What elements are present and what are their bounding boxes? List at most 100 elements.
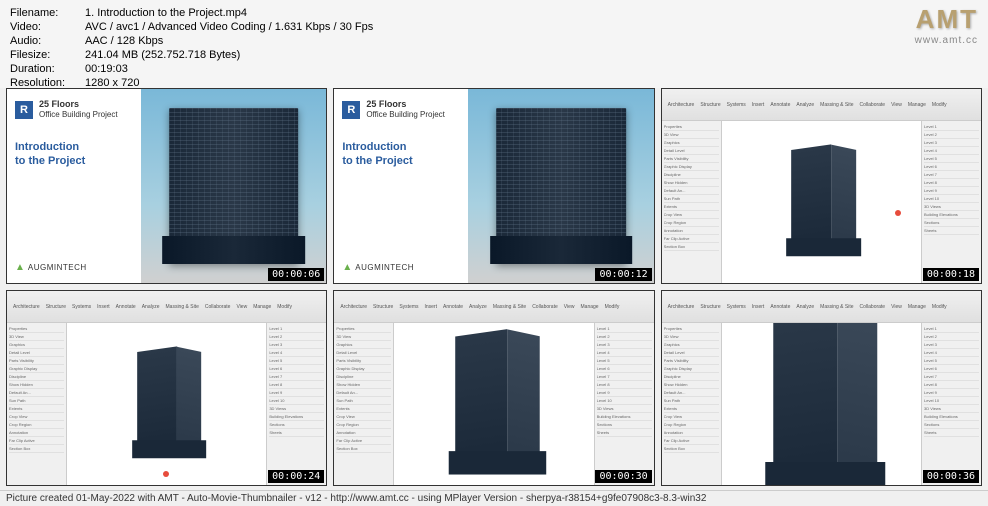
panel-row: Annotation — [664, 227, 719, 235]
browser-row: Level 5 — [597, 357, 652, 365]
browser-row: Level 2 — [597, 333, 652, 341]
revit-app: ArchitectureStructureSystemsInsertAnnota… — [662, 89, 981, 283]
intro-title: Introduction to the Project — [342, 140, 460, 168]
meta-row-filesize: Filesize: 241.04 MB (252.752.718 Bytes) — [10, 48, 978, 62]
panel-row: Show Hidden — [664, 381, 719, 389]
ribbon-tab: Systems — [397, 303, 420, 311]
title-card: R 25 Floors Office Building Project Intr… — [334, 89, 653, 283]
augmintech-brand: ▲ AUGMINTECH — [15, 262, 133, 273]
ribbon-tab: Massing & Site — [818, 101, 855, 109]
browser-panel: Level 1Level 2Level 3Level 4Level 5Level… — [921, 323, 981, 485]
revit-app: ArchitectureStructureSystemsInsertAnnota… — [662, 291, 981, 485]
panel-row: Parts Visibility — [664, 155, 719, 163]
thumbnail-grid: R 25 Floors Office Building Project Intr… — [0, 88, 988, 486]
panel-row: Show Hidden — [664, 179, 719, 187]
project-title: 25 Floors Office Building Project — [39, 99, 118, 120]
revit-ribbon: ArchitectureStructureSystemsInsertAnnota… — [334, 291, 653, 323]
timestamp: 00:00:24 — [268, 470, 324, 483]
browser-row: 3D Views — [597, 405, 652, 413]
panel-row: Default An... — [9, 389, 64, 397]
thumbnail-6[interactable]: ArchitectureStructureSystemsInsertAnnota… — [661, 290, 982, 486]
properties-panel: Properties3D ViewGraphicsDetail LevelPar… — [334, 323, 394, 485]
thumbnail-4[interactable]: ArchitectureStructureSystemsInsertAnnota… — [6, 290, 327, 486]
browser-panel: Level 1Level 2Level 3Level 4Level 5Level… — [594, 323, 654, 485]
browser-row: Level 6 — [597, 365, 652, 373]
browser-row: Level 6 — [269, 365, 324, 373]
augmintech-text: AUGMINTECH — [355, 263, 414, 272]
iso-building — [117, 343, 217, 465]
panel-row: 3D View — [336, 333, 391, 341]
browser-row: Sections — [924, 421, 979, 429]
panel-row: Detail Level — [9, 349, 64, 357]
cursor-marker — [895, 210, 901, 216]
panel-row: Sun Path — [664, 195, 719, 203]
revit-badge: R 25 Floors Office Building Project — [15, 99, 133, 120]
meta-value: 241.04 MB (252.752.718 Bytes) — [85, 48, 240, 62]
panel-row: Annotation — [664, 429, 719, 437]
thumbnail-1[interactable]: R 25 Floors Office Building Project Intr… — [6, 88, 327, 284]
panel-row: Crop Region — [9, 421, 64, 429]
metadata-header: Filename: 1. Introduction to the Project… — [0, 0, 988, 88]
meta-value: AVC / avc1 / Advanced Video Coding / 1.6… — [85, 20, 373, 34]
browser-row: Sheets — [597, 429, 652, 437]
revit-ribbon: ArchitectureStructureSystemsInsertAnnota… — [662, 89, 981, 121]
ribbon-tab: Annotate — [114, 303, 138, 311]
panel-row: Detail Level — [336, 349, 391, 357]
ribbon-tab: Insert — [750, 303, 767, 311]
ribbon-tab: Analyze — [794, 303, 816, 311]
revit-body: Properties3D ViewGraphicsDetail LevelPar… — [662, 121, 981, 283]
meta-label: Filename: — [10, 6, 85, 20]
ribbon-tab: Massing & Site — [164, 303, 201, 311]
thumbnail-3[interactable]: ArchitectureStructureSystemsInsertAnnota… — [661, 88, 982, 284]
thumbnail-5[interactable]: ArchitectureStructureSystemsInsertAnnota… — [333, 290, 654, 486]
ribbon-tab: Insert — [750, 101, 767, 109]
ribbon-tab: Architecture — [11, 303, 42, 311]
ribbon-tab: Analyze — [140, 303, 162, 311]
browser-row: 3D Views — [924, 405, 979, 413]
panel-row: Graphic Display — [9, 365, 64, 373]
browser-row: Level 3 — [597, 341, 652, 349]
iso-building — [742, 323, 901, 485]
logo-text: AMT — [915, 4, 978, 35]
thumbnail-2[interactable]: R 25 Floors Office Building Project Intr… — [333, 88, 654, 284]
browser-row: 3D Views — [924, 203, 979, 211]
browser-panel: Level 1Level 2Level 3Level 4Level 5Level… — [266, 323, 326, 485]
ribbon-tab: Architecture — [666, 101, 697, 109]
ribbon-tab: Structure — [698, 101, 722, 109]
timestamp: 00:00:36 — [923, 470, 979, 483]
browser-row: Building Elevations — [924, 413, 979, 421]
panel-row: Far Clip Active — [9, 437, 64, 445]
panel-row: Graphic Display — [336, 365, 391, 373]
building-graphic — [496, 108, 626, 263]
ribbon-tab: Architecture — [666, 303, 697, 311]
revit-icon: R — [342, 101, 360, 119]
browser-row: 3D Views — [269, 405, 324, 413]
browser-row: Level 2 — [269, 333, 324, 341]
ribbon-tab: Structure — [371, 303, 395, 311]
augmintech-icon: ▲ — [15, 262, 25, 273]
browser-row: Level 5 — [924, 357, 979, 365]
panel-row: Detail Level — [664, 147, 719, 155]
viewport — [394, 323, 593, 485]
augmintech-text: AUGMINTECH — [28, 263, 87, 272]
browser-row: Sheets — [269, 429, 324, 437]
ribbon-tab: Annotate — [768, 303, 792, 311]
browser-row: Level 1 — [597, 325, 652, 333]
ribbon-tab: Systems — [725, 303, 748, 311]
browser-row: Level 1 — [269, 325, 324, 333]
ribbon-tab: Collaborate — [530, 303, 560, 311]
panel-row: Properties — [9, 325, 64, 333]
panel-row: Crop View — [664, 413, 719, 421]
browser-row: Level 7 — [597, 373, 652, 381]
intro-title: Introduction to the Project — [15, 140, 133, 168]
browser-row: Level 4 — [924, 147, 979, 155]
revit-body: Properties3D ViewGraphicsDetail LevelPar… — [7, 323, 326, 485]
panel-row: 3D View — [664, 131, 719, 139]
amt-logo: AMT www.amt.cc — [915, 4, 978, 46]
iso-building — [429, 325, 559, 483]
augmintech-icon: ▲ — [342, 262, 352, 273]
panel-row: 3D View — [9, 333, 64, 341]
panel-row: Properties — [336, 325, 391, 333]
ribbon-tab: Collaborate — [858, 101, 888, 109]
revit-body: Properties3D ViewGraphicsDetail LevelPar… — [662, 323, 981, 485]
